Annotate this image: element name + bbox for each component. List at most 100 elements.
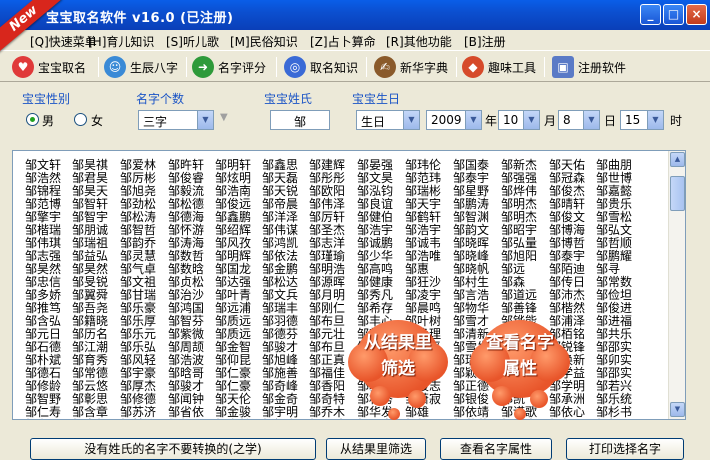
name-count-select[interactable]: 三字 ▼	[138, 110, 214, 130]
chevron-down-icon: ▼	[403, 111, 419, 129]
menu-quick[interactable]: [Q]快速菜单	[30, 33, 97, 50]
menu-other[interactable]: [R]其他功能	[386, 33, 452, 50]
month-select[interactable]: 10 ▼	[498, 110, 540, 130]
scroll-up-icon[interactable]: ▲	[670, 152, 685, 167]
chevron-down-icon: ▼	[583, 111, 599, 129]
name-column: 邹昊祺 邹君昊 邹昊天 邹智轩 邹智宇 邹朋诚 邹瑞祖 邹益弘 邹昊然 邹旻锐 邹翼舜 邹吾尧 邹籍晓邹…	[72, 159, 116, 420]
day-value: 8	[563, 113, 571, 127]
gender-female-radio[interactable]	[74, 113, 87, 126]
month-unit: 月	[544, 114, 557, 128]
toolbar-label: 趣味工具	[488, 60, 537, 75]
gender-female-label: 女	[91, 114, 104, 128]
name-item[interactable]: 邹新爽	[168, 419, 204, 420]
people-icon: ☺	[104, 56, 126, 78]
view-attributes-cloud-button[interactable]: 查看名字属性	[470, 312, 570, 422]
minimize-button[interactable]: _	[640, 4, 661, 25]
month-value: 10	[503, 113, 519, 127]
toolbar-birth-chart[interactable]: ☺ 生辰八字	[104, 55, 178, 79]
filter-results-button[interactable]: 从结果里筛选	[326, 438, 426, 460]
cloud-shape	[530, 390, 548, 408]
cloud-shape	[492, 386, 512, 406]
window-title: 宝宝取名软件 v16.0 (已注册)	[46, 11, 234, 26]
toolbar-label: 生辰八字	[130, 60, 179, 75]
view-attributes-button[interactable]: 查看名字属性	[440, 438, 552, 460]
toolbar-separator	[186, 57, 187, 77]
scroll-down-icon[interactable]: ▼	[670, 402, 685, 417]
name-column: 邹建辉 邹彤彤 邹欧阳 邹伟泽 邹厉轩 邹圣杰 邹志洋 邹瑾瑜 邹明浩 邹源晖 邹月明 邹刚仁 邹布旦邹…	[309, 159, 353, 420]
calendar-type-select[interactable]: 生日 ▼	[356, 110, 420, 130]
vertical-scrollbar[interactable]: ▲ ▼	[668, 151, 685, 419]
scroll-thumb[interactable]	[670, 176, 685, 211]
surname-input[interactable]: 邹	[270, 110, 330, 130]
name-count-label: 名字个数	[136, 92, 185, 106]
filter-results-cloud-button[interactable]: 从结果里筛选	[348, 312, 448, 422]
name-column: 邹爱林 邹厉彬 邹旭尧 邹劲松 邹松涛 邹智哲 邹韵乔 邹灵慧 邹气卓 邹文祖 邹甘瑞 邹乐豪 邹乐厚邹…	[120, 159, 164, 420]
gender-label: 宝宝性别	[22, 92, 71, 106]
name-column: 邹鑫思 邹天磊 邹天锐 邹帝晨 邹洋泽 邹伟谋 邹鸿凯 邹依法 邹金鹏 邹松达 邹文兵 邹瑞丰 邹羽德邹…	[262, 159, 306, 420]
toolbar-label: 名字评分	[218, 60, 267, 75]
hour-value: 15	[625, 113, 641, 127]
hour-select[interactable]: 15 ▼	[620, 110, 664, 130]
name-item[interactable]: 邹文勉	[215, 419, 251, 420]
year-unit: 年	[485, 114, 498, 128]
name-count-value: 三字	[143, 115, 168, 129]
chevron-down-icon: ▼	[647, 111, 663, 129]
name-item[interactable]: 邹甘泊	[120, 419, 156, 420]
menu-register[interactable]: [B]注册	[464, 33, 506, 50]
gender-male-radio[interactable]	[26, 113, 39, 126]
toolbar-dictionary[interactable]: ✍ 新华字典	[374, 55, 448, 79]
toolbar-separator	[366, 57, 367, 77]
car-icon: ◆	[462, 56, 484, 78]
name-item[interactable]: 邹布用	[25, 419, 61, 420]
cloud-shape	[408, 390, 426, 408]
heart-icon: ♥	[12, 56, 34, 78]
birthday-label: 宝宝生日	[352, 92, 401, 106]
toolbar-register[interactable]: ▣ 注册软件	[552, 55, 626, 79]
menu-divination[interactable]: [Z]占卜算命	[310, 33, 376, 50]
toolbar-fun-tools[interactable]: ◆ 趣味工具	[462, 55, 536, 79]
title-bar: 宝宝取名软件 v16.0 (已注册) _ □ ×	[0, 0, 710, 30]
menu-parenting[interactable]: [H]育儿知识	[88, 33, 154, 50]
toolbar-name-score[interactable]: ➜ 名字评分	[192, 55, 266, 79]
hour-unit: 时	[670, 114, 683, 128]
day-select[interactable]: 8 ▼	[558, 110, 600, 130]
print-names-button[interactable]: 打印选择名字	[566, 438, 684, 460]
toolbar-separator	[276, 57, 277, 77]
toolbar-naming-knowledge[interactable]: ◎ 取名知识	[284, 55, 358, 79]
caret-down-icon: ▼	[220, 112, 228, 123]
convert-surname-button[interactable]: 没有姓氏的名字不要转换的(之学)	[30, 438, 316, 460]
name-item[interactable]: 邹泉毅	[72, 419, 108, 420]
arrow-right-icon: ➜	[192, 56, 214, 78]
chevron-down-icon: ▼	[465, 111, 481, 129]
cloud-shape	[514, 408, 526, 420]
menu-songs[interactable]: [S]听儿歌	[166, 33, 219, 50]
toolbar-label: 宝宝取名	[38, 60, 87, 75]
chevron-down-icon: ▼	[523, 111, 539, 129]
toolbar-separator	[544, 57, 545, 77]
toolbar-separator	[98, 57, 99, 77]
year-select[interactable]: 2009 ▼	[426, 110, 482, 130]
surname-label: 宝宝姓氏	[264, 92, 313, 106]
filter-results-label: 从结果里筛选	[364, 333, 432, 379]
view-attributes-label: 查看名字属性	[486, 333, 554, 379]
name-item[interactable]: 邹杉明	[596, 419, 632, 420]
globe-icon: ◎	[284, 56, 306, 78]
name-item[interactable]: 邹恒安	[262, 419, 298, 420]
toolbar-baby-naming[interactable]: ♥ 宝宝取名	[12, 55, 86, 79]
calendar-type-value: 生日	[361, 115, 386, 129]
name-item[interactable]: 邹晒晴	[309, 419, 345, 420]
toolbar-label: 新华字典	[400, 60, 449, 75]
gender-male-label: 男	[42, 114, 55, 128]
menu-folklore[interactable]: [M]民俗知识	[230, 33, 298, 50]
year-value: 2009	[431, 113, 462, 127]
chevron-down-icon: ▼	[197, 111, 213, 129]
maximize-button[interactable]: □	[663, 4, 684, 25]
scholar-icon: ✍	[374, 56, 396, 78]
name-column: 邹明轩 邹炫明 邹浩南 邹俊远 邹鑫鹏 邹绍辉 邹风孜 邹明辉 邹国龙 邹达强 邹叶青 邹远浦 邹质远邹…	[215, 159, 259, 420]
name-column: 邹旿轩 邹俊睿 邹毅流 邹松德 邹德海 邹怀游 邹涛海 邹数哲 邹数晗 邹贞松 邹治沙 邹鸿国 邹智芬邹…	[168, 159, 212, 420]
toolbar-label: 注册软件	[578, 60, 627, 75]
name-column: 邹曲朋 邹世博 邹嘉懿 邹贵乐 邹雪松 邹弘文 邹哲顺 邹鹏耀 邹寻 邹常数 邹俭坦 邹俊进 邹进福 邹共…	[596, 159, 640, 420]
day-unit: 日	[604, 114, 617, 128]
cloud-shape	[388, 408, 400, 420]
close-button[interactable]: ×	[686, 4, 707, 25]
